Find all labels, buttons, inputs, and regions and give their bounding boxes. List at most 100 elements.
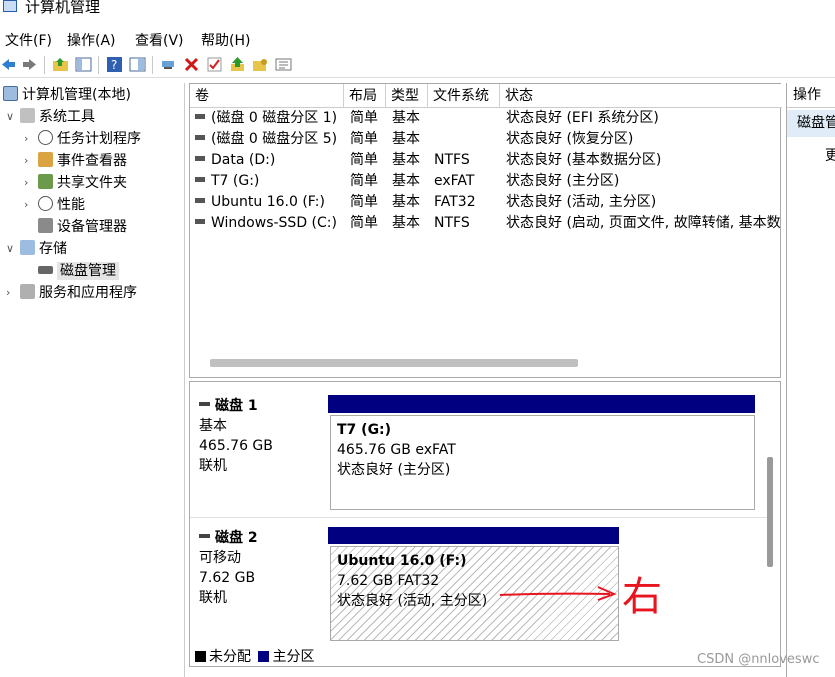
- window-title: 计算机管理: [25, 0, 101, 16]
- tree-item-task-scheduler[interactable]: › 任务计划程序: [24, 128, 141, 150]
- table-cell: 基本: [392, 110, 420, 126]
- folder-key-icon[interactable]: [252, 56, 269, 73]
- table-row[interactable]: (磁盘 0 磁盘分区 5) 简单 基本 状态良好 (恢复分区): [190, 129, 782, 150]
- clock-icon: [38, 130, 53, 145]
- actions-header: 操作: [787, 83, 835, 108]
- table-cell: 简单: [350, 194, 378, 210]
- list-icon[interactable]: [275, 56, 292, 73]
- column-header-layout[interactable]: 布局: [344, 84, 386, 108]
- tree-item-services[interactable]: › 服务和应用程序: [6, 282, 137, 304]
- up-folder-icon[interactable]: [52, 56, 69, 73]
- partition-t7-status: 状态良好 (主分区): [337, 462, 451, 478]
- partition-t7-detail: 465.76 GB exFAT: [337, 442, 456, 458]
- help-icon[interactable]: ?: [106, 56, 123, 73]
- table-cell: 基本: [392, 152, 420, 168]
- toolbar-divider: [98, 56, 99, 74]
- toolbar: ?: [0, 52, 835, 78]
- table-cell: NTFS: [434, 152, 470, 168]
- toolbar-divider: [152, 56, 153, 74]
- event-viewer-icon: [38, 152, 53, 167]
- table-cell: 状态良好 (恢复分区): [506, 131, 634, 147]
- tree-item-disk-management[interactable]: 磁盘管理: [38, 260, 119, 282]
- table-row[interactable]: Data (D:) 简单 基本 NTFS 状态良好 (基本数据分区): [190, 150, 782, 171]
- chevron-down-icon[interactable]: ∨: [6, 238, 14, 260]
- toolbar-divider: [44, 56, 45, 74]
- tree-item-shared-folders[interactable]: › 共享文件夹: [24, 172, 127, 194]
- table-cell: 简单: [350, 110, 378, 126]
- table-cell: Windows-SSD (C:): [195, 213, 345, 234]
- disk-1-primary-bar: [328, 395, 755, 413]
- forward-icon[interactable]: [21, 56, 38, 73]
- tools-icon: [20, 108, 35, 123]
- tree-item-device-manager[interactable]: 设备管理器: [38, 216, 127, 238]
- partition-t7-title: T7 (G:): [337, 422, 392, 438]
- tree-item-performance[interactable]: › 性能: [24, 194, 85, 216]
- chevron-right-icon[interactable]: ›: [24, 128, 28, 150]
- tree-item-storage[interactable]: ∨ 存储: [6, 238, 67, 260]
- table-row[interactable]: T7 (G:) 简单 基本 exFAT 状态良好 (主分区): [190, 171, 782, 192]
- chevron-down-icon[interactable]: ∨: [6, 106, 14, 128]
- column-header-type[interactable]: 类型: [386, 84, 428, 108]
- tree-item-root[interactable]: 计算机管理(本地): [3, 84, 131, 106]
- unallocated-swatch: [195, 651, 206, 662]
- connect-icon[interactable]: [160, 56, 177, 73]
- table-cell: 基本: [392, 131, 420, 147]
- disk-1-name: 磁盘 1: [215, 398, 258, 414]
- chevron-right-icon[interactable]: ›: [24, 150, 28, 172]
- horizontal-scrollbar[interactable]: [210, 359, 578, 367]
- table-row[interactable]: Windows-SSD (C:) 简单 基本 NTFS 状态良好 (启动, 页面文件, …: [190, 213, 782, 234]
- disk-2-size: 7.62 GB: [199, 570, 256, 586]
- table-cell: 状态良好 (基本数据分区): [506, 152, 662, 168]
- volume-list-header: 卷 布局 类型 文件系统 状态: [190, 84, 782, 108]
- table-cell: 状态良好 (主分区): [506, 173, 620, 189]
- check-icon[interactable]: [206, 56, 223, 73]
- table-cell: NTFS: [434, 215, 470, 231]
- chevron-right-icon[interactable]: ›: [6, 282, 10, 304]
- table-cell: (磁盘 0 磁盘分区 5): [195, 129, 345, 150]
- title-bar: 计算机管理: [0, 0, 835, 22]
- table-cell: FAT32: [434, 194, 476, 210]
- show-hide-tree-icon[interactable]: [75, 56, 92, 73]
- column-header-volume[interactable]: 卷: [190, 84, 344, 108]
- chevron-right-icon[interactable]: ›: [24, 194, 28, 216]
- volume-icon: [195, 114, 205, 119]
- svg-text:?: ?: [111, 58, 117, 72]
- menu-view[interactable]: 查看(V): [135, 30, 184, 50]
- device-manager-icon: [38, 218, 53, 233]
- up-arrow-icon[interactable]: [229, 56, 246, 73]
- table-cell: 基本: [392, 173, 420, 189]
- menu-help[interactable]: 帮助(H): [201, 30, 250, 50]
- volume-icon: [195, 219, 205, 224]
- delete-icon[interactable]: [183, 56, 200, 73]
- table-cell: Ubuntu 16.0 (F:): [195, 192, 345, 213]
- table-cell: 基本: [392, 194, 420, 210]
- legend: 未分配 主分区: [195, 646, 314, 666]
- chevron-right-icon[interactable]: ›: [24, 172, 28, 194]
- table-row[interactable]: (磁盘 0 磁盘分区 1) 简单 基本 状态良好 (EFI 系统分区): [190, 108, 782, 129]
- properties-icon[interactable]: [129, 56, 146, 73]
- storage-icon: [20, 240, 35, 255]
- table-cell: 状态良好 (活动, 主分区): [506, 194, 657, 210]
- shared-folder-icon: [38, 174, 53, 189]
- back-icon[interactable]: [0, 56, 17, 73]
- menu-file[interactable]: 文件(F): [5, 30, 52, 50]
- disk-2-type: 可移动: [199, 550, 241, 566]
- disk-2-primary-bar: [328, 527, 619, 544]
- menu-action[interactable]: 操作(A): [67, 30, 116, 50]
- table-cell: 状态良好 (启动, 页面文件, 故障转储, 基本数: [506, 215, 781, 231]
- column-header-status[interactable]: 状态: [500, 84, 782, 108]
- vertical-scrollbar[interactable]: [767, 457, 773, 567]
- disk-2-info[interactable]: 磁盘 2 可移动 7.62 GB 联机: [199, 528, 258, 608]
- column-header-filesystem[interactable]: 文件系统: [428, 84, 500, 108]
- actions-disk-management[interactable]: 磁盘管理: [787, 110, 835, 137]
- table-row[interactable]: Ubuntu 16.0 (F:) 简单 基本 FAT32 状态良好 (活动, 主分区): [190, 192, 782, 213]
- partition-t7[interactable]: T7 (G:) 465.76 GB exFAT 状态良好 (主分区): [330, 415, 755, 510]
- actions-pane: 操作 磁盘管理 更: [786, 83, 835, 677]
- actions-more[interactable]: 更: [825, 145, 835, 165]
- tree-item-system-tools[interactable]: ∨ 系统工具: [6, 106, 95, 128]
- disk-1-type: 基本: [199, 418, 227, 434]
- disk-1-size: 465.76 GB: [199, 438, 273, 454]
- tree-item-event-viewer[interactable]: › 事件查看器: [24, 150, 127, 172]
- disk-1-info[interactable]: 磁盘 1 基本 465.76 GB 联机: [199, 396, 273, 476]
- computer-icon: [3, 86, 18, 101]
